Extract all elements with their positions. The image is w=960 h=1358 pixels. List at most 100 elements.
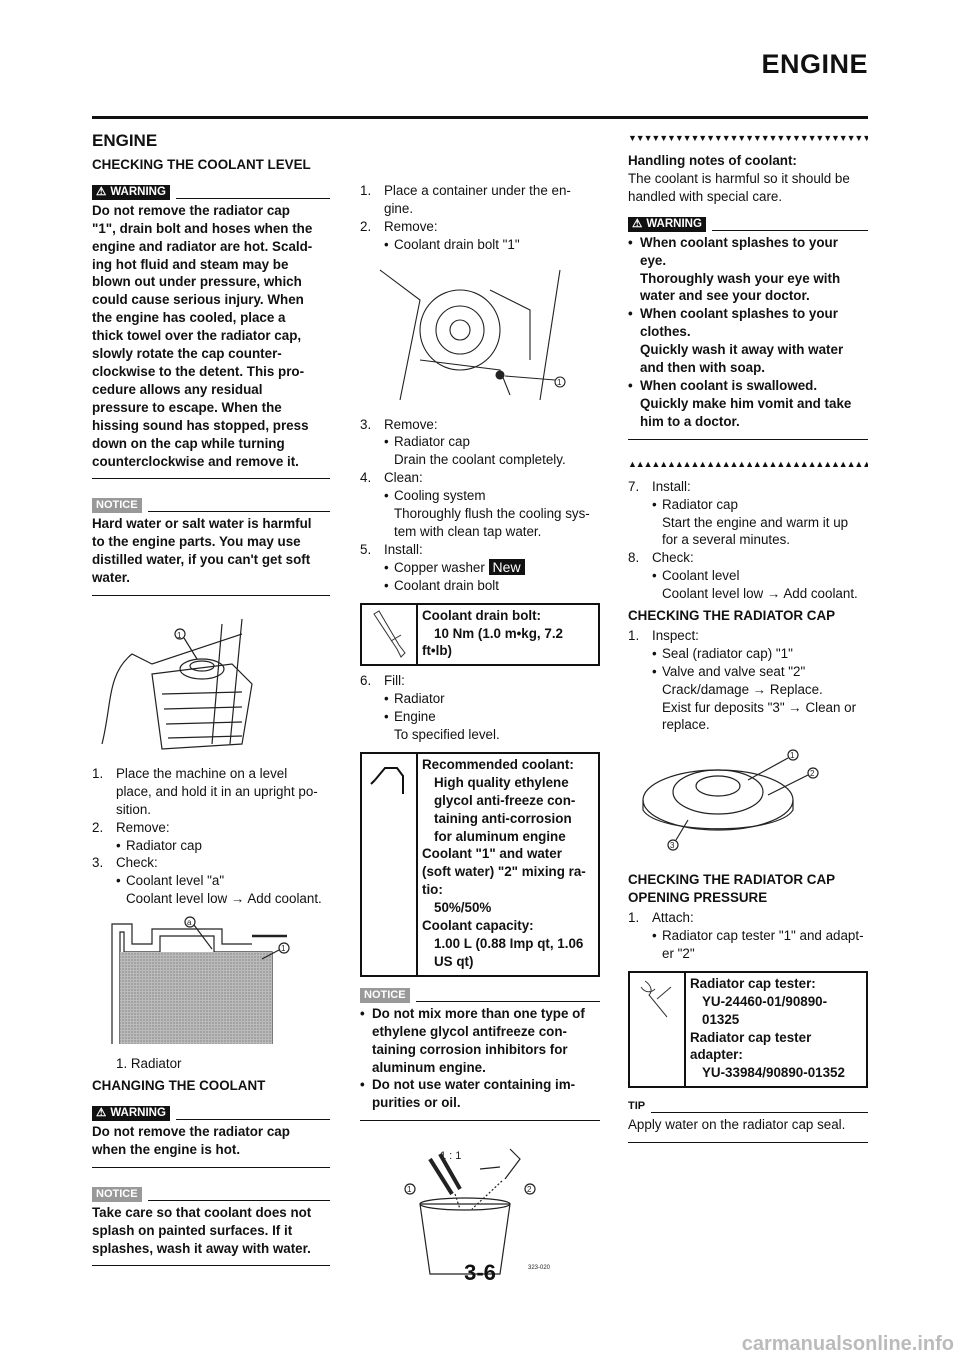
section-title: ENGINE [92,131,158,150]
spec-box: Radiator cap tester: YU-24460-01/90890- 0… [628,970,868,1089]
step-item: 7. Install: [628,478,868,496]
step-number: 5. [360,541,372,557]
bullet-item: • Radiator cap [92,837,330,855]
spec-line: 10 Nm (1.0 m•kg, 7.2 [434,625,563,641]
bullet-text: When coolant splashes to your eye. Thoro… [640,234,841,304]
bullet-item: • Coolant drain bolt [360,577,600,595]
badge-underline [175,1118,330,1120]
level-illustration: a1 [92,914,330,1049]
spec-line: Coolant capacity: [422,918,534,934]
warning-badge: ⚠ WARNING [628,216,706,232]
bullet-item: • Radiator [360,690,600,708]
notice-badge-row: NOTICE [360,987,600,1003]
spec-box: Coolant drain bolt: 10 Nm (1.0 m•kg, 7.2 f… [360,602,600,667]
page-header-title: ENGINE [761,49,868,79]
paragraph: The coolant is harmful so it should be h… [628,170,850,204]
bullet-item: • Engine [360,708,600,726]
start-marker-triangles: ▼▼▼▼▼▼▼▼▼▼▼▼▼▼▼▼▼▼▼▼▼▼▼▼▼▼▼▼▼▼▼▼▼▼▼▼▼▼▼▼ [628,133,868,143]
badge-underline [651,1112,868,1114]
bold-paragraph: Take care so that coolant does not splas… [92,1204,312,1256]
bullet-text: Coolant drain bolt [394,577,499,593]
step-number: 4. [360,470,372,486]
engine-illustration: 1 [360,260,600,410]
bullet-dot: • [628,234,633,250]
step-text: Inspect: [652,627,699,643]
notice-badge-row: NOTICE [92,497,330,514]
bullet-text: Do not mix more than one type of ethylen… [372,1005,585,1075]
bullet-dot: • [652,645,657,661]
svg-text:1: 1 [281,944,286,953]
bullet-dot: • [360,1005,365,1021]
spec-line: YU-33984/90890-01352 [702,1065,845,1081]
step-text: Place the machine on a level place, and … [116,765,318,817]
figure-caption: 1. Radiator [116,1056,182,1072]
bullet-text: Do not use water containing im- purities… [372,1077,576,1111]
step-item: 3. Remove: [360,416,600,434]
bullet-text: Radiator [394,691,445,707]
step-number: 8. [628,550,640,566]
badge-underline [147,511,330,513]
bullet-text: Cooling system [394,488,486,504]
svg-text:1: 1 [557,378,562,387]
step-text: Place a container under the en- gine. [384,183,571,216]
svg-text:3: 3 [670,841,675,850]
notice-label: NOTICE [364,988,406,1001]
bullet-item: • Do not mix more than one type of ethyle… [360,1005,600,1077]
badge-underline [147,1199,330,1201]
notice-badge: NOTICE [360,987,410,1003]
spec-lines: Radiator cap tester: YU-24460-01/90890- 0… [686,973,866,1086]
section-heading: CHECKING THE COOLANT LEVEL [92,156,311,172]
bullet-item: • Coolant level "a" [92,872,330,890]
notice-badge: NOTICE [92,498,142,514]
header-rule [92,116,868,119]
spec-line: ft•lb) [422,643,452,659]
bullet-item: • Seal (radiator cap) "1" [628,645,868,663]
column-2: 1. Place a container under the en- gine. 2… [360,182,600,1290]
bullet-dot: • [384,488,389,504]
spec-lines: Coolant drain bolt: 10 Nm (1.0 m•kg, 7.2 f… [418,605,598,665]
sub-text: Start the engine and warm it up for a se… [662,514,849,548]
bullet-text: Coolant drain bolt "1" [394,236,520,252]
step-item: 1. Place a container under the en- gine. [360,182,600,218]
warning-badge-row: ⚠ WARNING [92,1105,330,1121]
step-item: 8. Check: [628,549,868,567]
warning-badge: ⚠ WARNING [92,1105,170,1121]
bullet-item: • Coolant drain bolt "1" [360,236,600,254]
step-text: Clean: [384,470,423,486]
bold-paragraph: Do not remove the radiator cap "1", drai… [92,202,313,469]
step-text: Remove: [384,218,438,234]
bullet-dot: • [652,928,657,943]
bullet-dot: • [384,434,389,450]
step-text: Attach: [652,910,694,926]
spec-line: 50%/50% [434,900,492,916]
divider-rule [92,595,330,597]
bullet-dot: • [384,691,389,707]
bullet-item: • When coolant splashes to your clothes. … [628,305,868,377]
bold-paragraph: Do not remove the radiator cap when the … [92,1123,290,1157]
bullet-text: Seal (radiator cap) "1" [662,645,793,661]
step-item: 1. Attach: [628,909,868,927]
bullet-text: Radiator cap tester "1" and adapt- er "2… [662,928,864,961]
bullet-dot: • [384,559,389,575]
column-3: ▼▼▼▼▼▼▼▼▼▼▼▼▼▼▼▼▼▼▼▼▼▼▼▼▼▼▼▼▼▼▼▼▼▼▼▼▼▼▼▼… [628,132,868,1161]
column-1: ENGINE CHECKING THE COOLANT LEVEL ⚠ WARNING… [92,132,330,1284]
bullet-item: • Radiator cap [360,433,600,451]
bullet-dot: • [652,496,657,512]
badge-underline [415,1000,600,1002]
step-number: 1. [628,910,640,926]
warning-triangle-icon: ⚠ [96,185,107,198]
warning-triangle-icon: ⚠ [96,1106,107,1119]
sub-text: To specified level. [394,727,500,743]
step-text: Fill: [384,673,405,689]
bullet-text: Copper washer [394,559,485,575]
spec-line: Radiator cap tester adapter: [690,1029,812,1063]
bullet-text: Coolant level [662,568,740,584]
step-item: 3. Check: [92,854,330,872]
warning-label: WARNING [646,217,702,230]
step-text: Check: [652,550,694,566]
step-number: 1. [360,183,372,198]
step-number: 7. [628,478,640,494]
bullet-dot: • [360,1077,365,1093]
sub-text: Coolant level low → Add coolant. [126,891,322,907]
sub-text: Crack/damage → Replace. Exist fur deposi… [662,681,857,733]
